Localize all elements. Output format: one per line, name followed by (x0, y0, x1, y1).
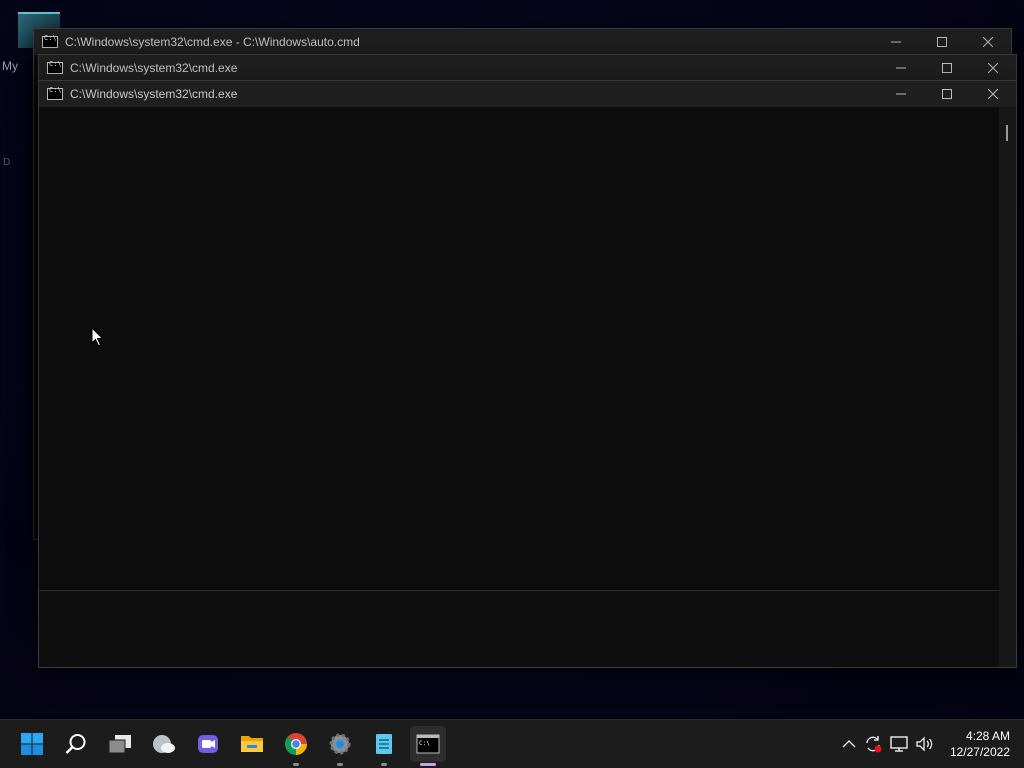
svg-text:C:\: C:\ (419, 740, 430, 747)
close-button[interactable] (965, 29, 1011, 55)
window-titlebar[interactable]: C:\ C:\Windows\system32\cmd.exe (39, 81, 1016, 107)
chrome-button[interactable] (278, 726, 314, 766)
widgets-icon (153, 735, 175, 753)
clock-date: 12/27/2022 (949, 745, 1010, 759)
chat-button[interactable] (190, 726, 226, 762)
search-icon (65, 734, 86, 754)
minimize-button[interactable] (878, 81, 924, 107)
widgets-button[interactable] (146, 726, 182, 762)
notepad-icon (376, 734, 392, 754)
close-icon (983, 37, 993, 47)
taskbar: C:\ 4:28 AM 12/27/2022 (0, 719, 1024, 768)
desktop-icon-label: D (3, 157, 11, 168)
console-output[interactable] (39, 107, 999, 667)
system-tray (838, 720, 936, 768)
cmd-icon: C:\ (47, 60, 63, 74)
sync-icon[interactable] (862, 734, 884, 754)
running-indicator (337, 763, 343, 766)
close-button[interactable] (970, 81, 1016, 107)
window-title: C:\Windows\system32\cmd.exe (70, 87, 238, 101)
desktop-icon-label: My (2, 59, 18, 73)
close-icon (988, 89, 998, 99)
maximize-button[interactable] (919, 29, 965, 55)
chat-icon (198, 735, 218, 753)
terminal-icon: C:\ (416, 734, 440, 754)
window-titlebar[interactable]: C:\ C:\Windows\system32\cmd.exe (39, 55, 1016, 81)
maximize-icon (937, 37, 947, 47)
maximize-icon (942, 89, 952, 99)
maximize-icon (942, 63, 952, 73)
settings-button[interactable] (322, 726, 358, 766)
minimize-icon (896, 67, 906, 69)
volume-icon[interactable] (914, 734, 936, 754)
maximize-button[interactable] (924, 81, 970, 107)
scrollbar-thumb[interactable] (1006, 125, 1008, 141)
vertical-scrollbar[interactable] (999, 107, 1016, 667)
window-title: C:\Windows\system32\cmd.exe (70, 61, 238, 75)
running-indicator (420, 763, 436, 766)
search-button[interactable] (58, 726, 94, 762)
notepad-button[interactable] (366, 726, 402, 766)
chevron-up-icon[interactable] (838, 734, 860, 754)
minimize-button[interactable] (878, 55, 924, 81)
network-icon[interactable] (888, 734, 910, 754)
minimize-icon (891, 41, 901, 43)
start-button[interactable] (14, 726, 50, 762)
cmd-window-3[interactable]: C:\ C:\Windows\system32\cmd.exe (38, 80, 1017, 668)
cmd-icon: C:\ (42, 34, 58, 48)
maximize-button[interactable] (924, 55, 970, 81)
mouse-cursor-icon (91, 327, 104, 347)
window-title: C:\Windows\system32\cmd.exe - C:\Windows… (65, 35, 360, 49)
start-icon (21, 733, 43, 755)
file-explorer-icon (241, 736, 263, 752)
console-lower-pane (39, 590, 999, 667)
running-indicator (381, 763, 387, 766)
clock[interactable]: 4:28 AM 12/27/2022 (950, 728, 1010, 760)
file-explorer-button[interactable] (234, 726, 270, 762)
close-icon (988, 63, 998, 73)
terminal-button[interactable]: C:\ (410, 726, 446, 766)
minimize-button[interactable] (873, 29, 919, 55)
task-view-icon (108, 735, 131, 754)
task-view-button[interactable] (102, 726, 138, 762)
settings-icon (329, 733, 351, 755)
running-indicator (293, 763, 299, 766)
window-titlebar[interactable]: C:\ C:\Windows\system32\cmd.exe - C:\Win… (34, 29, 1011, 55)
clock-time: 4:28 AM (965, 729, 1010, 743)
close-button[interactable] (970, 55, 1016, 81)
cmd-icon: C:\ (47, 86, 63, 100)
minimize-icon (896, 93, 906, 95)
chrome-icon (285, 733, 307, 755)
